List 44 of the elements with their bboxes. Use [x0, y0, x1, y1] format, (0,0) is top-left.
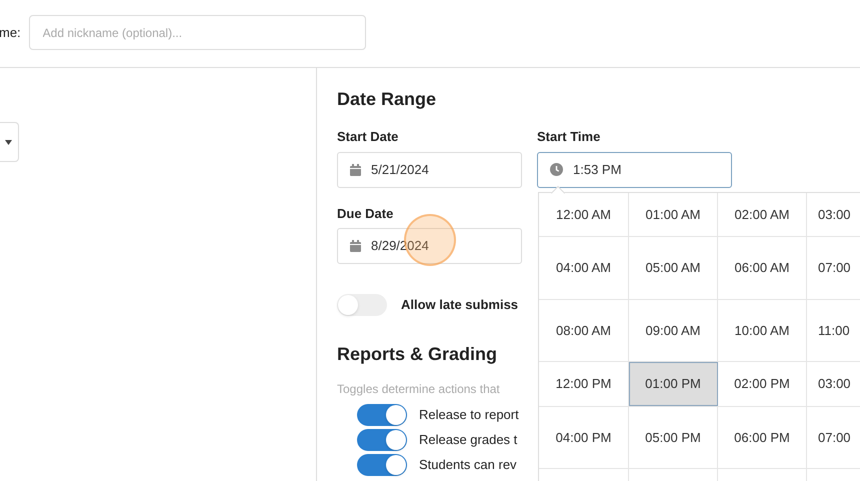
toggle-switch[interactable]: [357, 454, 407, 476]
time-option[interactable]: 09:00 AM: [629, 300, 718, 361]
field-label: Start Date: [337, 128, 400, 146]
time-option[interactable]: 04:00 PM: [539, 407, 629, 468]
time-option[interactable]: 04:00 AM: [539, 237, 629, 299]
nickname-input[interactable]: Add nickname (optional)...: [28, 15, 366, 50]
time-option[interactable]: 01:00 PM: [629, 362, 718, 406]
clock-icon: [550, 163, 563, 176]
toggle-switch[interactable]: [357, 404, 407, 426]
nickname-label: me:: [0, 24, 21, 42]
description-text: Toggles determine actions that: [337, 381, 500, 398]
calendar-icon: [350, 240, 361, 252]
caret-icon: [5, 140, 12, 144]
time-option[interactable]: 11:00: [807, 300, 860, 361]
section-title: Reports & Grading: [337, 343, 498, 366]
calendar-icon: [350, 164, 361, 176]
field-label: Start Time: [537, 128, 602, 146]
toggle-label: Release to report: [419, 406, 519, 424]
time-option[interactable]: 03:00: [807, 193, 860, 236]
time-option[interactable]: 07:00: [807, 237, 860, 299]
time-option[interactable]: 06:00 PM: [718, 407, 807, 468]
field-label: Due Date: [337, 204, 394, 222]
toggle-label: Release grades t: [419, 431, 518, 450]
time-option[interactable]: 01:00 AM: [629, 193, 718, 236]
date-field[interactable]: 5/21/2024: [337, 152, 522, 188]
time-option[interactable]: 02:00 PM: [718, 362, 807, 406]
time-option[interactable]: 12:00 AM: [539, 193, 629, 236]
dropdown[interactable]: [0, 122, 19, 162]
time-option[interactable]: 05:00 PM: [629, 407, 718, 468]
field-value: 5/21/2024: [371, 160, 429, 179]
time-option[interactable]: 03:00: [807, 362, 860, 406]
toggle-label: Students can rev: [419, 456, 517, 474]
time-option[interactable]: 05:00 AM: [629, 237, 718, 299]
time-option[interactable]: 08:00 AM: [539, 300, 629, 361]
time-option[interactable]: 06:00 AM: [718, 237, 807, 299]
section-title: Date Range: [337, 88, 436, 111]
toggle-switch[interactable]: [337, 294, 387, 316]
toggle-label: Allow late submiss: [401, 296, 518, 314]
time-option[interactable]: 07:00: [807, 407, 860, 468]
date-field[interactable]: 1:53 PM: [537, 152, 732, 188]
field-value: 1:53 PM: [573, 160, 622, 179]
time-option[interactable]: 02:00 AM: [718, 193, 807, 236]
toggle-switch[interactable]: [357, 429, 407, 451]
time-option[interactable]: 10:00 AM: [718, 300, 807, 361]
